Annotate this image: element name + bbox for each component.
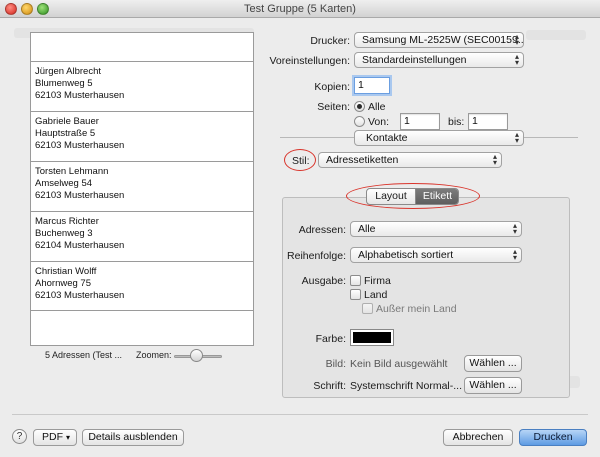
zoom-slider-thumb[interactable] — [189, 349, 203, 362]
card-street: Hauptstraße 5 — [35, 128, 96, 140]
card-name: Christian Wolff — [35, 266, 97, 277]
pages-from-label: Von: — [368, 116, 390, 128]
cancel-button[interactable]: Abbrechen — [443, 429, 513, 446]
addresses-label: Adressen: — [298, 224, 346, 236]
chevron-down-icon: ▾ — [65, 433, 70, 442]
help-button[interactable]: ? — [12, 429, 27, 444]
preview-footer: 5 Adressen (Test ... Zoomen: — [30, 349, 254, 363]
print-button[interactable]: Drucken — [519, 429, 587, 446]
hide-details-button[interactable]: Details ausblenden — [82, 429, 184, 446]
image-label: Bild: — [325, 358, 346, 370]
output-company-label: Firma — [364, 275, 391, 287]
pages-range-radio[interactable] — [354, 116, 365, 127]
zoom-window-icon[interactable] — [37, 3, 49, 15]
popup-arrows-icon: ▴ ▾ — [512, 247, 517, 262]
title-bar: Test Gruppe (5 Karten) — [0, 0, 600, 18]
font-value: Systemschrift Normal-... — [350, 380, 463, 392]
tab-etikett[interactable]: Etikett — [416, 189, 458, 204]
addresses-value: Alle — [358, 223, 376, 235]
popup-arrows-icon: ▴ ▾ — [512, 221, 517, 236]
address-card: Gabriele Bauer Hauptstraße 5 62103 Muste… — [31, 111, 253, 161]
footer-separator — [12, 414, 588, 415]
presets-value: Standardeinstellungen — [362, 54, 467, 66]
presets-label: Voreinstellungen: — [269, 55, 350, 67]
card-name: Marcus Richter — [35, 216, 99, 227]
card-name: Jürgen Albrecht — [35, 66, 102, 77]
card-city: 62103 Musterhausen — [35, 290, 125, 302]
popup-arrows-icon: ▴ ▾ — [492, 152, 497, 167]
style-label: Stil: — [292, 155, 310, 167]
app-section-popup[interactable]: Kontakte ▴ ▾ — [354, 130, 524, 146]
output-company-checkbox[interactable] — [350, 275, 361, 286]
addresses-popup[interactable]: Alle ▴ ▾ — [350, 221, 522, 237]
printer-label: Drucker: — [310, 35, 350, 47]
popup-arrows-icon: ▴ ▾ — [514, 52, 519, 67]
minimize-window-icon[interactable] — [21, 3, 33, 15]
output-except-my-country-checkbox[interactable] — [362, 303, 373, 314]
style-value: Adressetiketten — [326, 154, 399, 166]
pdf-menu-button[interactable]: PDF ▾ — [33, 429, 77, 446]
address-card: Christian Wolff Ahornweg 75 62103 Muster… — [31, 261, 253, 311]
card-street: Buchenweg 3 — [35, 228, 93, 240]
color-label: Farbe: — [315, 333, 346, 345]
pages-to-label: bis: — [448, 116, 465, 128]
window-title: Test Gruppe (5 Karten) — [244, 3, 356, 15]
card-name: Torsten Lehmann — [35, 166, 109, 177]
label-preview: Jürgen Albrecht Blumenweg 5 62103 Muster… — [30, 32, 254, 346]
choose-image-button[interactable]: Wählen ... — [464, 355, 522, 372]
card-city: 62103 Musterhausen — [35, 140, 125, 152]
card-street: Blumenweg 5 — [35, 78, 93, 90]
background-content — [526, 30, 586, 40]
printer-popup[interactable]: Samsung ML-2525W (SEC00159... ▴ ▾ — [354, 32, 524, 48]
pages-all-radio[interactable] — [354, 101, 365, 112]
card-street: Amselweg 54 — [35, 178, 93, 190]
presets-popup[interactable]: Standardeinstellungen ▴ ▾ — [354, 52, 524, 68]
pages-to-input[interactable]: 1 — [468, 113, 508, 130]
pdf-label: PDF — [42, 431, 63, 443]
tab-layout[interactable]: Layout — [367, 189, 416, 204]
card-city: 62103 Musterhausen — [35, 90, 125, 102]
color-swatch[interactable] — [350, 329, 394, 346]
output-country-label: Land — [364, 289, 388, 301]
printer-value: Samsung ML-2525W (SEC00159... — [362, 34, 524, 46]
close-window-icon[interactable] — [5, 3, 17, 15]
address-card: Torsten Lehmann Amselweg 54 62103 Muster… — [31, 161, 253, 211]
pages-label: Seiten: — [317, 101, 350, 113]
style-popup[interactable]: Adressetiketten ▴ ▾ — [318, 152, 502, 168]
app-section-value: Kontakte — [366, 132, 408, 144]
output-except-my-country-label: Außer mein Land — [376, 303, 457, 315]
zoom-label: Zoomen: — [136, 350, 172, 360]
copies-input[interactable]: 1 — [354, 77, 390, 94]
order-value: Alphabetisch sortiert — [358, 249, 454, 261]
order-popup[interactable]: Alphabetisch sortiert ▴ ▾ — [350, 247, 522, 263]
card-city: 62104 Musterhausen — [35, 240, 125, 252]
font-label: Schrift: — [313, 380, 346, 392]
image-value: Kein Bild ausgewählt — [350, 358, 448, 370]
address-card: Jürgen Albrecht Blumenweg 5 62103 Muster… — [31, 61, 253, 111]
card-name: Gabriele Bauer — [35, 116, 99, 127]
pages-all-label: Alle — [368, 101, 386, 113]
card-street: Ahornweg 75 — [35, 278, 91, 290]
output-country-checkbox[interactable] — [350, 289, 361, 300]
output-label: Ausgabe: — [301, 275, 346, 287]
tab-segmented-control: Layout Etikett — [366, 188, 459, 205]
copies-label: Kopien: — [314, 81, 350, 93]
address-count: 5 Adressen (Test ... — [45, 350, 123, 360]
card-city: 62103 Musterhausen — [35, 190, 125, 202]
print-dialog-window: Test Gruppe (5 Karten) Jürgen Albrecht B… — [0, 0, 600, 457]
order-label: Reihenfolge: — [287, 250, 346, 262]
pages-from-input[interactable]: 1 — [400, 113, 440, 130]
color-swatch-fill — [353, 332, 391, 343]
address-card: Marcus Richter Buchenweg 3 62104 Musterh… — [31, 211, 253, 261]
popup-arrows-icon: ▴ ▾ — [514, 32, 519, 47]
popup-arrows-icon: ▴ ▾ — [514, 130, 519, 145]
choose-font-button[interactable]: Wählen ... — [464, 377, 522, 394]
